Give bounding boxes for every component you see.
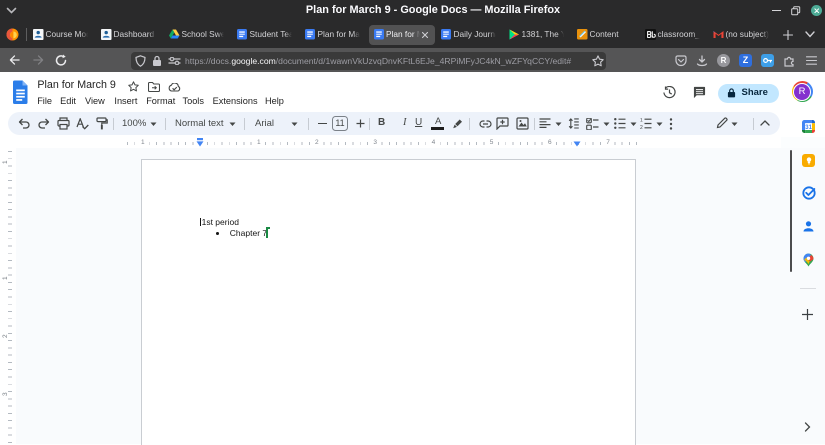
svg-text:31: 31 <box>805 124 812 130</box>
svg-text:2: 2 <box>640 125 643 129</box>
svg-text:1: 1 <box>640 118 643 124</box>
